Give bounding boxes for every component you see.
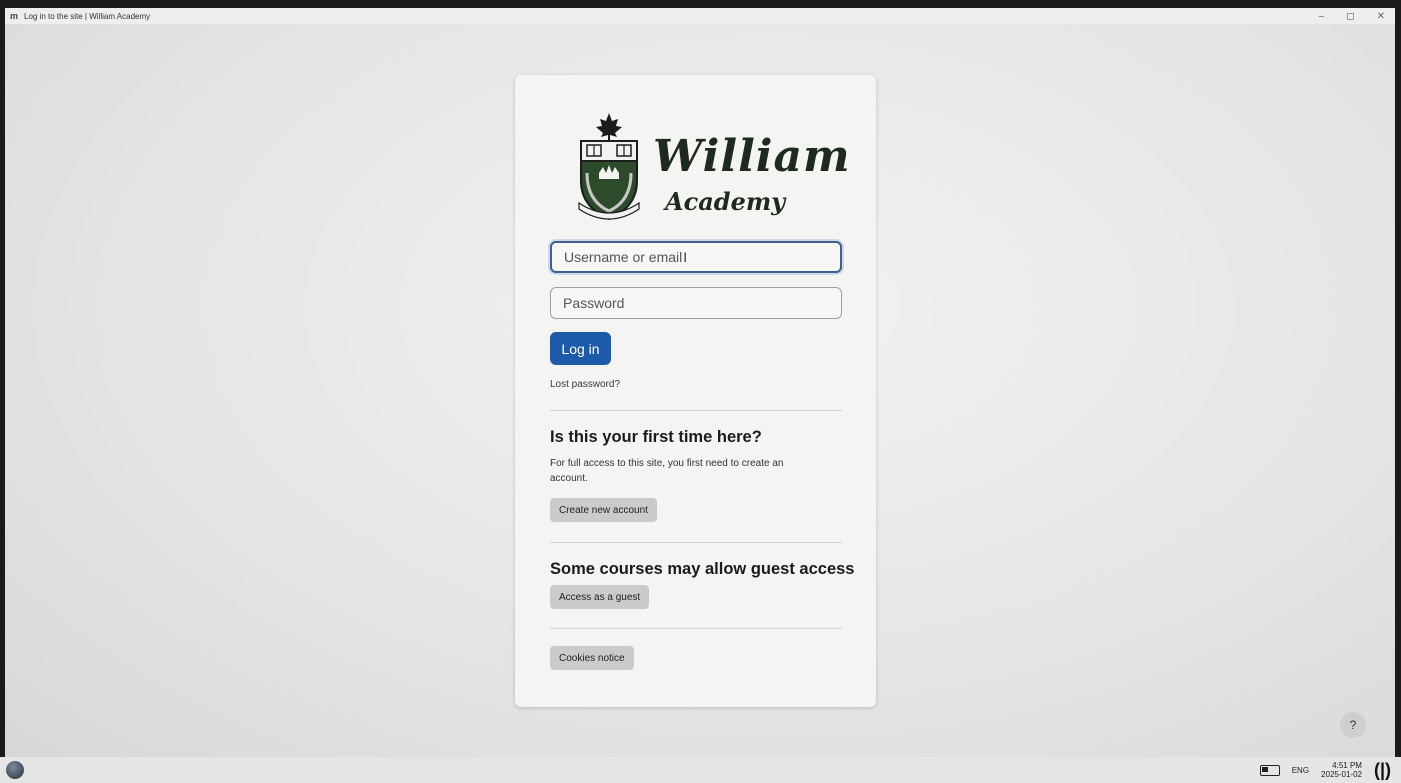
- restore-button[interactable]: ◻: [1346, 11, 1354, 22]
- login-button[interactable]: Log in: [550, 332, 611, 365]
- username-input[interactable]: Username or email I: [550, 241, 842, 273]
- moodle-icon: m: [10, 11, 19, 21]
- window-title: Log in to the site | William Academy: [24, 11, 151, 21]
- username-placeholder: Username or email: [564, 249, 683, 265]
- first-time-heading: Is this your first time here?: [550, 428, 762, 446]
- crest-icon: [578, 113, 640, 221]
- close-button[interactable]: ✕: [1377, 11, 1385, 22]
- window-titlebar: m Log in to the site | William Academy –…: [5, 8, 1395, 24]
- help-button[interactable]: ?: [1340, 712, 1366, 738]
- clock-date: 2025-01-02: [1321, 770, 1362, 779]
- divider: [550, 410, 842, 411]
- guest-access-heading: Some courses may allow guest access: [550, 560, 855, 578]
- window-controls: – ◻ ✕: [1319, 8, 1385, 24]
- battery-icon[interactable]: [1259, 764, 1280, 776]
- cookies-notice-button[interactable]: Cookies notice: [550, 646, 634, 670]
- divider: [550, 542, 842, 543]
- screen: m Log in to the site | William Academy –…: [5, 8, 1395, 757]
- guest-access-button[interactable]: Access as a guest: [550, 585, 650, 609]
- create-account-button[interactable]: Create new account: [550, 498, 657, 522]
- site-logo: William Academy: [573, 111, 850, 223]
- logo-text-main: William: [653, 131, 851, 182]
- taskbar: ENG 4:51 PM 2025-01-02 (|): [0, 757, 1401, 783]
- start-orb-icon[interactable]: [6, 761, 24, 779]
- divider: [550, 628, 842, 629]
- text-cursor-icon: I: [683, 249, 688, 265]
- lost-password-link[interactable]: Lost password?: [550, 379, 620, 390]
- first-time-text: For full access to this site, you first …: [550, 458, 784, 484]
- language-indicator[interactable]: ENG: [1292, 766, 1309, 775]
- minimize-button[interactable]: –: [1319, 11, 1325, 22]
- power-icon[interactable]: (|): [1374, 760, 1391, 781]
- password-placeholder: Password: [563, 295, 625, 311]
- password-input[interactable]: Password: [550, 287, 842, 319]
- system-tray: ENG 4:51 PM 2025-01-02 (|): [1259, 757, 1391, 783]
- clock[interactable]: 4:51 PM 2025-01-02: [1321, 761, 1362, 779]
- clock-time: 4:51 PM: [1332, 761, 1362, 770]
- logo-text-sub: Academy: [665, 187, 786, 216]
- login-card: William Academy Username or email I Pass…: [515, 75, 876, 707]
